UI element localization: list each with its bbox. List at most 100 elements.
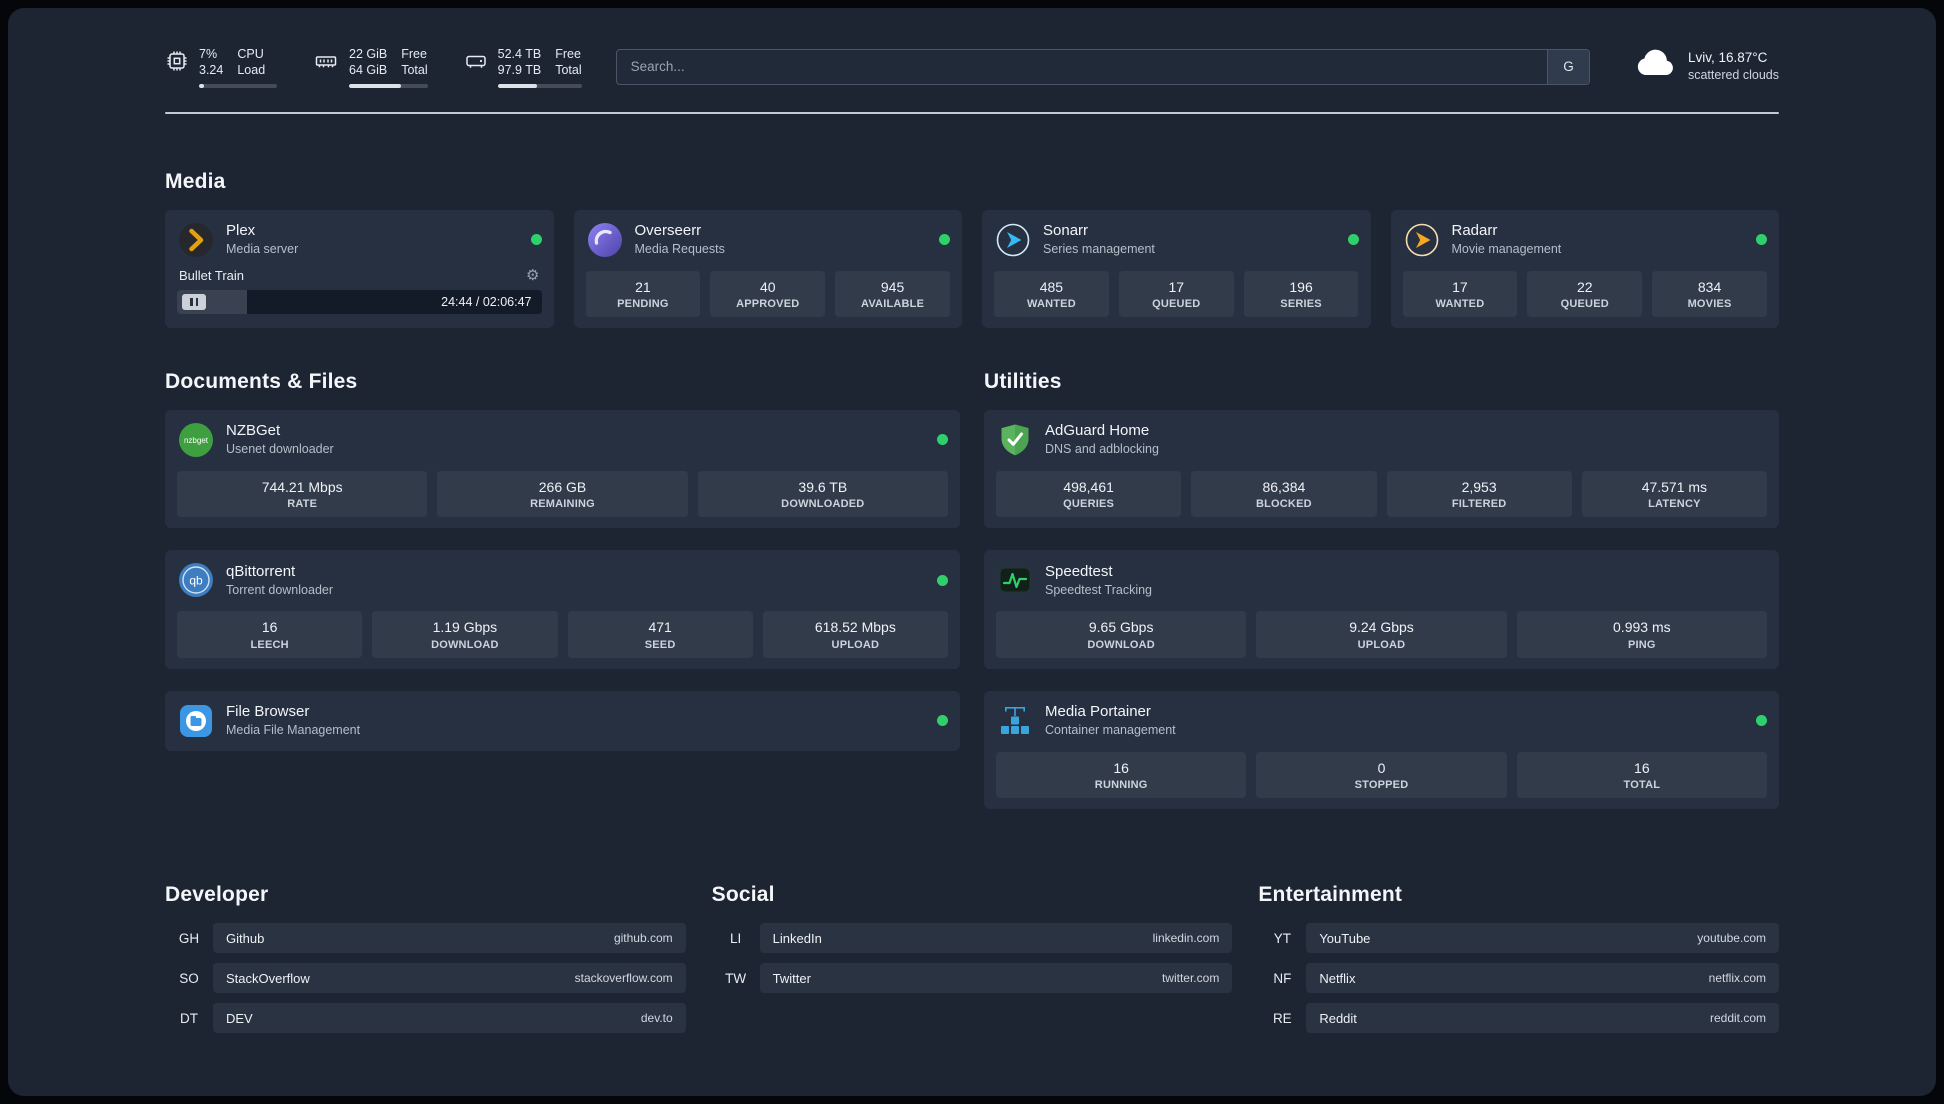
bookmark-url: linkedin.com (1152, 931, 1220, 946)
stat-tile: 86,384 BLOCKED (1191, 470, 1377, 518)
service-subtitle: Media server (226, 241, 299, 256)
stat-tile: 834 MOVIES (1652, 270, 1767, 317)
bookmark-row: LI LinkedIn linkedin.com (712, 923, 1233, 954)
bookmark-link-linkedin[interactable]: LinkedIn linkedin.com (759, 923, 1233, 954)
memory-total-value: 64 GiB (349, 63, 388, 78)
bookmark-link-stackoverflow[interactable]: StackOverflow stackoverflow.com (213, 963, 686, 994)
bookmark-name: Github (226, 930, 265, 946)
search-provider-button[interactable]: G (1546, 49, 1589, 84)
bookmark-link-reddit[interactable]: Reddit reddit.com (1306, 1003, 1779, 1034)
stat-tile: 0.993 ms PING (1516, 611, 1767, 658)
status-dot (937, 434, 948, 446)
search: G (615, 48, 1590, 85)
service-card-sonarr[interactable]: Sonarr Series management 485 WANTED 17 Q… (982, 209, 1371, 328)
bookmark-row: TW Twitter twitter.com (712, 963, 1233, 994)
bookmark-link-youtube[interactable]: YouTube youtube.com (1306, 923, 1779, 954)
service-title: Plex (226, 221, 256, 239)
bookmark-row: GH Github github.com (165, 923, 686, 954)
bookmark-name: Reddit (1319, 1010, 1357, 1026)
svg-text:qb: qb (189, 574, 203, 588)
section-utilities: Utilities AdGuard Home DNS and adblockin… (984, 370, 1779, 810)
bookmark-row: YT YouTube youtube.com (1258, 923, 1779, 954)
stat-label: STOPPED (1354, 779, 1409, 792)
bookmark-name: Twitter (772, 970, 811, 986)
bookmark-link-twitter[interactable]: Twitter twitter.com (759, 963, 1233, 994)
service-card-overseerr[interactable]: Overseerr Media Requests 21 PENDING 40 A… (573, 209, 962, 328)
playback-progress-bar[interactable]: 24:44 / 02:06:47 (177, 289, 542, 314)
stat-label: DOWNLOAD (1087, 638, 1155, 651)
stat-value: 9.24 Gbps (1349, 619, 1414, 636)
stat-tile: 1.19 Gbps DOWNLOAD (372, 611, 558, 658)
disk-total-value: 97.9 TB (497, 63, 542, 78)
service-card-plex[interactable]: Plex Media server Bullet Train ⚙ 24:44 /… (165, 209, 554, 328)
service-card-filebrowser[interactable]: File Browser Media File Management (165, 690, 960, 751)
service-title: qBittorrent (226, 562, 296, 580)
plex-icon (177, 221, 215, 259)
service-card-portainer[interactable]: Media Portainer Container management 16 … (984, 690, 1779, 810)
bookmark-row: SO StackOverflow stackoverflow.com (165, 963, 686, 994)
stat-value: 266 GB (538, 478, 587, 495)
service-title: Radarr (1451, 221, 1498, 239)
stat-value: 0.993 ms (1613, 619, 1671, 636)
bookmark-link-dev[interactable]: DEV dev.to (213, 1003, 686, 1034)
service-card-nzbget[interactable]: nzbget NZBGet Usenet downloader 744.21 M… (165, 409, 960, 529)
stat-label: MOVIES (1687, 297, 1732, 310)
header-divider (165, 111, 1779, 114)
stat-label: SERIES (1280, 297, 1322, 310)
stat-label: SEED (644, 638, 676, 651)
dashboard: 7% 3.24 CPU Load 22 GiB 64 GiB Free Tota… (8, 8, 1936, 1096)
qbittorrent-icon: qb (177, 561, 215, 599)
status-dot (530, 234, 542, 245)
cpu-load-value: 3.24 (199, 63, 224, 78)
bookmark-group-title: Developer (165, 883, 269, 907)
service-card-adguard[interactable]: AdGuard Home DNS and adblocking 498,461 … (984, 409, 1779, 529)
bookmark-row: NF Netflix netflix.com (1258, 963, 1779, 994)
bookmark-abbr: GH (178, 930, 200, 946)
stat-tile: 471 SEED (567, 611, 753, 658)
service-title: Sonarr (1043, 221, 1089, 239)
radarr-icon (1403, 221, 1441, 259)
stat-tile: 16 TOTAL (1516, 751, 1767, 799)
search-input[interactable] (616, 49, 1547, 84)
service-subtitle: Container management (1045, 723, 1176, 738)
stat-tile: 16 RUNNING (996, 751, 1247, 799)
service-subtitle: Media File Management (226, 723, 361, 738)
cpu-label: CPU (237, 47, 264, 61)
stat-value: 1.19 Gbps (432, 619, 498, 636)
stat-tile: 0 STOPPED (1256, 751, 1507, 799)
stat-label: LEECH (250, 638, 289, 651)
cpu-usage-bar (199, 83, 277, 88)
bookmark-abbr: TW (725, 970, 747, 986)
service-card-speedtest[interactable]: Speedtest Speedtest Tracking 9.65 Gbps D… (984, 550, 1779, 669)
plex-now-playing: Bullet Train ⚙ 24:44 / 02:06:47 (177, 268, 542, 314)
bookmark-link-github[interactable]: Github github.com (213, 923, 686, 954)
bookmark-link-netflix[interactable]: Netflix netflix.com (1306, 963, 1779, 994)
section-title-files: Documents & Files (165, 369, 358, 393)
cpu-percent: 7% (199, 47, 218, 61)
section-media: Media Plex Media server Bullet Train ⚙ 2… (165, 170, 1779, 328)
stat-label: QUEUED (1152, 297, 1201, 310)
resource-widgets: 7% 3.24 CPU Load 22 GiB 64 GiB Free Tota… (165, 46, 582, 88)
stat-value: 40 (759, 278, 776, 295)
stat-value: 945 (880, 278, 905, 295)
memory-free-value: 22 GiB (349, 47, 388, 61)
disk-widget: 52.4 TB 97.9 TB Free Total (464, 46, 582, 88)
stat-tile: 744.21 Mbps RATE (177, 470, 428, 518)
status-dot (1347, 234, 1359, 245)
service-card-qbittorrent[interactable]: qb qBittorrent Torrent downloader 16 LEE… (165, 550, 960, 669)
pause-button[interactable] (182, 293, 206, 310)
section-title-media: Media (165, 169, 226, 193)
status-dot (1756, 715, 1767, 727)
stat-label: DOWNLOAD (431, 638, 499, 651)
stat-tile: 22 QUEUED (1527, 270, 1643, 317)
gear-icon[interactable]: ⚙ (526, 268, 539, 283)
stat-tile: 9.24 Gbps UPLOAD (1256, 611, 1507, 658)
speedtest-icon (996, 561, 1034, 599)
service-card-radarr[interactable]: Radarr Movie management 17 WANTED 22 QUE… (1390, 209, 1779, 328)
bookmark-abbr: NF (1273, 970, 1292, 986)
stat-label: APPROVED (736, 297, 800, 310)
stat-value: 16 (1634, 759, 1650, 776)
stat-label: TOTAL (1623, 779, 1661, 792)
stat-value: 22 (1576, 278, 1593, 295)
status-dot (939, 234, 950, 245)
